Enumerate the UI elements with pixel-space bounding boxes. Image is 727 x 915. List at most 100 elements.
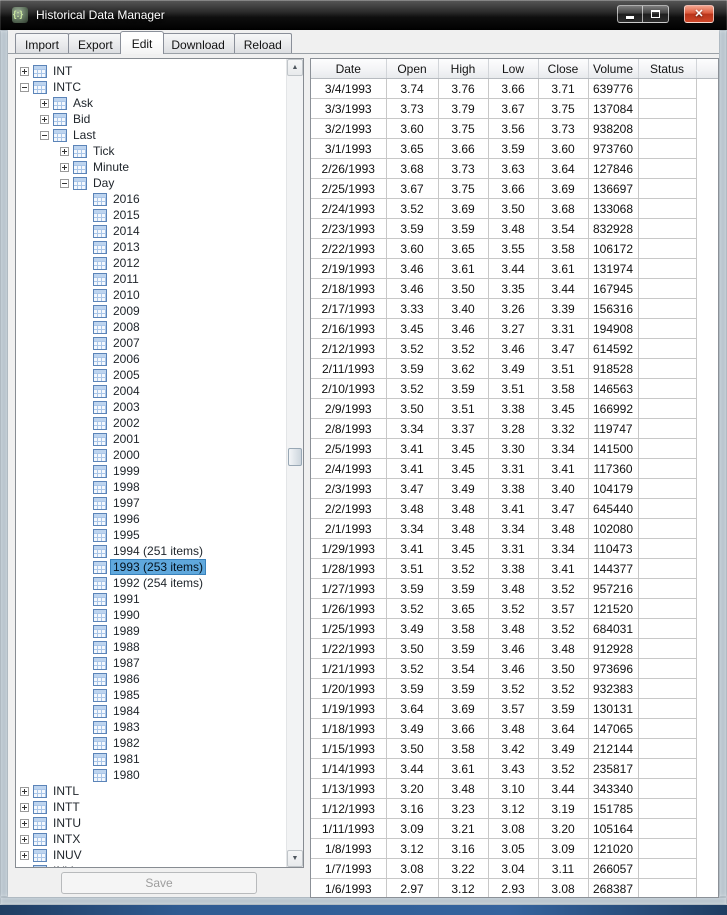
grid-cell-low[interactable]: 3.51 xyxy=(488,378,539,399)
grid-cell-close[interactable]: 3.54 xyxy=(538,218,589,239)
grid-cell-close[interactable]: 3.73 xyxy=(538,118,589,139)
grid-cell-close[interactable]: 3.44 xyxy=(538,278,589,299)
grid-cell-high[interactable]: 3.79 xyxy=(438,98,489,119)
grid-cell-date[interactable]: 1/8/1993 xyxy=(311,838,387,859)
grid-cell-close[interactable]: 3.52 xyxy=(538,758,589,779)
tree-item-1986[interactable]: 1986 xyxy=(16,671,286,687)
grid-cell-low[interactable]: 3.52 xyxy=(488,598,539,619)
grid-cell-date[interactable]: 1/14/1993 xyxy=(311,758,387,779)
grid-cell-high[interactable]: 3.12 xyxy=(438,878,489,897)
grid-cell-low[interactable]: 3.67 xyxy=(488,98,539,119)
tab-edit[interactable]: Edit xyxy=(119,31,165,54)
tab-export[interactable]: Export xyxy=(68,33,123,53)
grid-cell-close[interactable]: 3.60 xyxy=(538,138,589,159)
grid-cell-close[interactable]: 3.11 xyxy=(538,858,589,879)
grid-cell-volume[interactable]: 194908 xyxy=(588,318,639,339)
grid-cell-date[interactable]: 1/7/1993 xyxy=(311,858,387,879)
grid-cell-close[interactable]: 3.44 xyxy=(538,778,589,799)
grid-cell-volume[interactable]: 957216 xyxy=(588,578,639,599)
tree-item-ask[interactable]: Ask xyxy=(16,95,286,111)
grid-cell-date[interactable]: 2/19/1993 xyxy=(311,258,387,279)
grid-cell-date[interactable]: 1/21/1993 xyxy=(311,658,387,679)
expand-icon[interactable] xyxy=(40,114,49,124)
expand-icon[interactable] xyxy=(20,850,29,860)
grid-cell-low[interactable]: 3.08 xyxy=(488,818,539,839)
tree-item-minute[interactable]: Minute xyxy=(16,159,286,175)
tree-item-2003[interactable]: 2003 xyxy=(16,399,286,415)
grid-cell-close[interactable]: 3.51 xyxy=(538,358,589,379)
grid-cell-close[interactable]: 3.75 xyxy=(538,98,589,119)
grid-cell-volume[interactable]: 918528 xyxy=(588,358,639,379)
grid-cell-volume[interactable]: 645440 xyxy=(588,498,639,519)
tree-item-1987[interactable]: 1987 xyxy=(16,655,286,671)
table-row[interactable]: 2/10/1993 3.52 3.59 3.51 3.58 146563 xyxy=(311,378,718,399)
grid-cell-low[interactable]: 3.48 xyxy=(488,618,539,639)
grid-cell-volume[interactable]: 973696 xyxy=(588,658,639,679)
tree-item-inuv[interactable]: INUV xyxy=(16,847,286,863)
expand-icon[interactable] xyxy=(20,802,29,812)
grid-cell-open[interactable]: 3.16 xyxy=(386,798,439,819)
grid-cell-open[interactable]: 3.45 xyxy=(386,318,439,339)
column-header-open[interactable]: Open xyxy=(386,59,439,79)
grid-cell-close[interactable]: 3.47 xyxy=(538,338,589,359)
grid-cell-high[interactable]: 3.59 xyxy=(438,218,489,239)
grid-cell-close[interactable]: 3.45 xyxy=(538,398,589,419)
grid-cell-low[interactable]: 3.38 xyxy=(488,558,539,579)
tree-item-1983[interactable]: 1983 xyxy=(16,719,286,735)
grid-cell-low[interactable]: 3.41 xyxy=(488,498,539,519)
minimize-button[interactable] xyxy=(617,5,643,23)
grid-cell-volume[interactable]: 832928 xyxy=(588,218,639,239)
grid-cell-high[interactable]: 3.62 xyxy=(438,358,489,379)
grid-cell-date[interactable]: 2/3/1993 xyxy=(311,478,387,499)
grid-cell-open[interactable]: 3.50 xyxy=(386,738,439,759)
table-row[interactable]: 1/18/1993 3.49 3.66 3.48 3.64 147065 xyxy=(311,718,718,739)
grid-cell-high[interactable]: 3.22 xyxy=(438,858,489,879)
table-row[interactable]: 3/3/1993 3.73 3.79 3.67 3.75 137084 xyxy=(311,98,718,119)
table-row[interactable]: 1/8/1993 3.12 3.16 3.05 3.09 121020 xyxy=(311,838,718,859)
grid-cell-status[interactable] xyxy=(638,838,697,859)
tree-item-inv[interactable]: INV xyxy=(16,863,286,867)
grid-cell-date[interactable]: 1/19/1993 xyxy=(311,698,387,719)
grid-cell-volume[interactable]: 938208 xyxy=(588,118,639,139)
table-row[interactable]: 1/21/1993 3.52 3.54 3.46 3.50 973696 xyxy=(311,658,718,679)
grid-cell-open[interactable]: 3.33 xyxy=(386,298,439,319)
grid-cell-high[interactable]: 3.76 xyxy=(438,78,489,99)
grid-cell-high[interactable]: 3.40 xyxy=(438,298,489,319)
grid-cell-low[interactable]: 3.66 xyxy=(488,78,539,99)
tree-item-1995[interactable]: 1995 xyxy=(16,527,286,543)
grid-cell-low[interactable]: 3.04 xyxy=(488,858,539,879)
grid-cell-high[interactable]: 3.45 xyxy=(438,458,489,479)
tree-item-2015[interactable]: 2015 xyxy=(16,207,286,223)
grid-cell-open[interactable]: 3.60 xyxy=(386,238,439,259)
tree-item-2011[interactable]: 2011 xyxy=(16,271,286,287)
grid-cell-low[interactable]: 3.05 xyxy=(488,838,539,859)
grid-cell-status[interactable] xyxy=(638,598,697,619)
grid-cell-date[interactable]: 2/26/1993 xyxy=(311,158,387,179)
grid-cell-open[interactable]: 3.59 xyxy=(386,678,439,699)
grid-cell-date[interactable]: 1/11/1993 xyxy=(311,818,387,839)
grid-cell-volume[interactable]: 343340 xyxy=(588,778,639,799)
grid-cell-low[interactable]: 3.48 xyxy=(488,218,539,239)
grid-cell-close[interactable]: 3.34 xyxy=(538,538,589,559)
table-row[interactable]: 2/16/1993 3.45 3.46 3.27 3.31 194908 xyxy=(311,318,718,339)
grid-cell-status[interactable] xyxy=(638,398,697,419)
grid-cell-date[interactable]: 1/12/1993 xyxy=(311,798,387,819)
tree-item-2001[interactable]: 2001 xyxy=(16,431,286,447)
table-row[interactable]: 1/26/1993 3.52 3.65 3.52 3.57 121520 xyxy=(311,598,718,619)
close-button[interactable]: ✕ xyxy=(684,5,714,23)
grid-cell-status[interactable] xyxy=(638,678,697,699)
grid-cell-volume[interactable]: 639776 xyxy=(588,78,639,99)
grid-cell-close[interactable]: 3.52 xyxy=(538,678,589,699)
grid-cell-open[interactable]: 3.65 xyxy=(386,138,439,159)
column-header-status[interactable]: Status xyxy=(638,59,697,79)
grid-cell-status[interactable] xyxy=(638,558,697,579)
grid-cell-status[interactable] xyxy=(638,158,697,179)
grid-cell-volume[interactable]: 156316 xyxy=(588,298,639,319)
grid-cell-low[interactable]: 2.93 xyxy=(488,878,539,897)
table-row[interactable]: 3/2/1993 3.60 3.75 3.56 3.73 938208 xyxy=(311,118,718,139)
grid-cell-open[interactable]: 3.68 xyxy=(386,158,439,179)
grid-cell-status[interactable] xyxy=(638,818,697,839)
grid-cell-low[interactable]: 3.26 xyxy=(488,298,539,319)
grid-cell-open[interactable]: 3.51 xyxy=(386,558,439,579)
grid-cell-close[interactable]: 3.50 xyxy=(538,658,589,679)
